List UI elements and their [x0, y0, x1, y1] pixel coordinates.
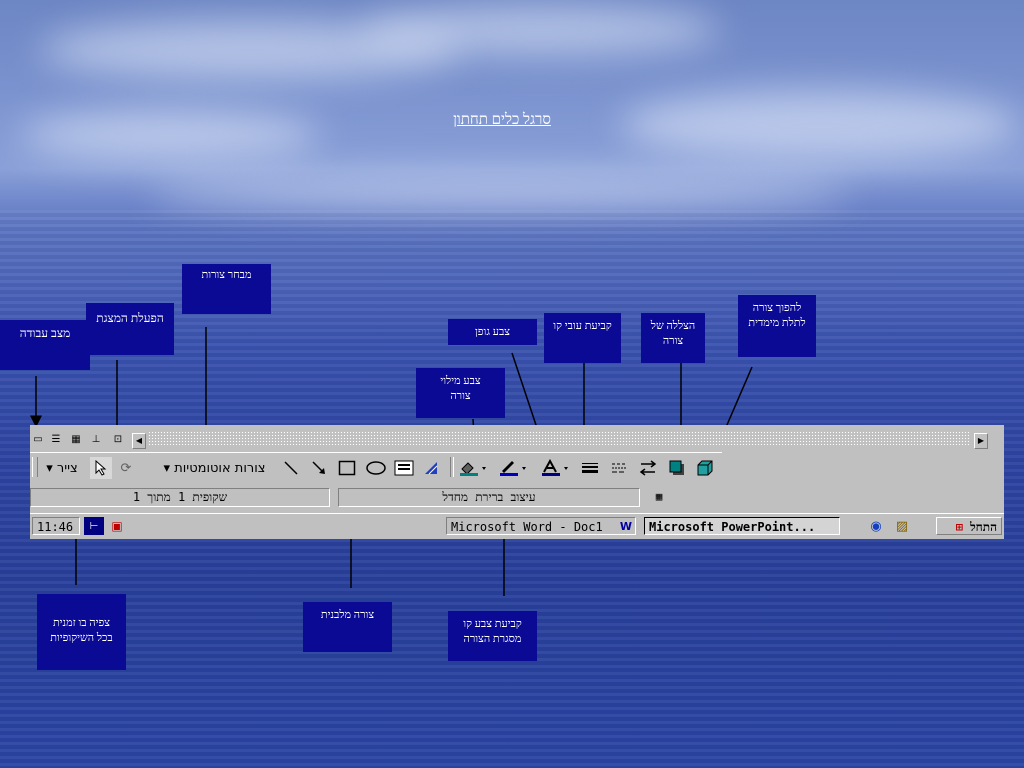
fill-color-swatch — [460, 473, 478, 476]
drawing-toolbar: צייר ▾ ⟳ צורות אוטומטיות ▾ — [30, 452, 722, 481]
label-work-mode: מצב עבודה — [0, 320, 90, 370]
label-line-color: קביעת צבע קו מסגרת הצורה — [448, 611, 537, 661]
keyboard-language-icon[interactable]: ⊢ — [84, 517, 104, 535]
line-tool-icon[interactable] — [280, 457, 302, 479]
word-app-icon: W — [619, 519, 633, 533]
text-box-icon[interactable] — [392, 457, 416, 479]
taskbar-powerpoint-button[interactable]: Microsoft PowerPoint... — [644, 517, 840, 535]
font-color-icon[interactable] — [538, 457, 572, 479]
horizontal-scroll-track[interactable] — [148, 431, 970, 445]
label-line-thickness: קביעת עובי קו — [544, 313, 621, 363]
line-color-icon[interactable] — [496, 457, 530, 479]
design-name: עיצוב ברירת מחדל — [338, 488, 640, 507]
label-font-color: צבע גופן — [448, 319, 537, 345]
line-style-icon[interactable] — [578, 457, 602, 479]
clock: 11:46 — [32, 517, 80, 535]
free-rotate-icon[interactable]: ⟳ — [116, 457, 136, 479]
taskbar-word-button[interactable]: Microsoft Word - Doc1 — [446, 517, 636, 535]
arrow-tool-icon[interactable] — [308, 457, 330, 479]
scroll-right-button[interactable]: ▶ — [974, 433, 988, 449]
windows-logo-icon: ⊞ — [955, 520, 963, 534]
arrow-style-icon[interactable] — [636, 457, 660, 479]
label-3d: להפוך צורה לתלת מימדית — [738, 295, 816, 357]
draw-menu-button[interactable]: צייר ▾ — [40, 457, 84, 479]
view-and-scroll-bar: ▭ ☰ ▦ ⊥ ⊡ ◀ ▶ — [30, 428, 996, 449]
3d-icon[interactable] — [694, 457, 716, 479]
toolbar-grip — [32, 457, 38, 477]
label-fill-color: צבע מילוי צורה — [416, 368, 505, 418]
background-cloud — [150, 175, 850, 210]
outline-view-icon[interactable]: ☰ — [49, 434, 63, 446]
select-pointer-icon[interactable] — [90, 457, 112, 479]
oval-tool-icon[interactable] — [364, 457, 388, 479]
rectangle-tool-icon[interactable] — [336, 457, 358, 479]
background-cloud — [360, 5, 720, 55]
slide-sorter-view-icon[interactable]: ▦ — [69, 434, 83, 446]
slide-show-icon[interactable]: ⊡ — [111, 434, 125, 446]
fill-color-icon[interactable] — [456, 457, 490, 479]
slide-indicator: שקופית 1 מתוך 1 — [30, 488, 330, 507]
scroll-left-button[interactable]: ◀ — [132, 433, 146, 449]
shadow-icon[interactable] — [666, 457, 688, 479]
label-preview-transparencies: צפיה בו זמנית בכל השיקופיות — [37, 594, 126, 670]
tray-icon[interactable]: ▣ — [106, 517, 128, 535]
wordart-icon[interactable] — [420, 457, 444, 479]
windows-taskbar: 11:46 ⊢ ▣ Microsoft Word - Doc1 W Micros… — [30, 513, 1004, 539]
quicklaunch-desktop-icon[interactable]: ▨ — [892, 517, 912, 535]
slide-title: סרגל כלים תחתון — [453, 112, 551, 128]
label-shapes-selector: מבחר צורות — [182, 264, 271, 314]
label-shadow: הצללה של צורה — [641, 313, 705, 363]
status-bar: שקופית 1 מתוך 1 עיצוב ברירת מחדל ▦ — [30, 487, 1004, 507]
toolbar-screenshot: ▭ ☰ ▦ ⊥ ⊡ ◀ ▶ צייר ▾ ⟳ צורות אוטומטיות ▾ — [30, 425, 1004, 539]
notes-view-icon[interactable]: ⊥ — [89, 434, 103, 446]
start-button[interactable]: התחל ⊞ — [936, 517, 1002, 535]
dash-style-icon[interactable] — [608, 457, 632, 479]
toolbar-separator — [450, 457, 454, 477]
autoshapes-menu-button[interactable]: צורות אוטומטיות ▾ — [152, 457, 277, 479]
quicklaunch-ie-icon[interactable]: ◉ — [866, 517, 886, 535]
normal-view-icon[interactable]: ▭ — [31, 434, 45, 446]
label-run-show: הפעלת המצגת — [86, 303, 174, 355]
spelling-status-icon: ▦ — [655, 490, 663, 503]
label-rectangle: צורה מלבנית — [303, 602, 392, 652]
